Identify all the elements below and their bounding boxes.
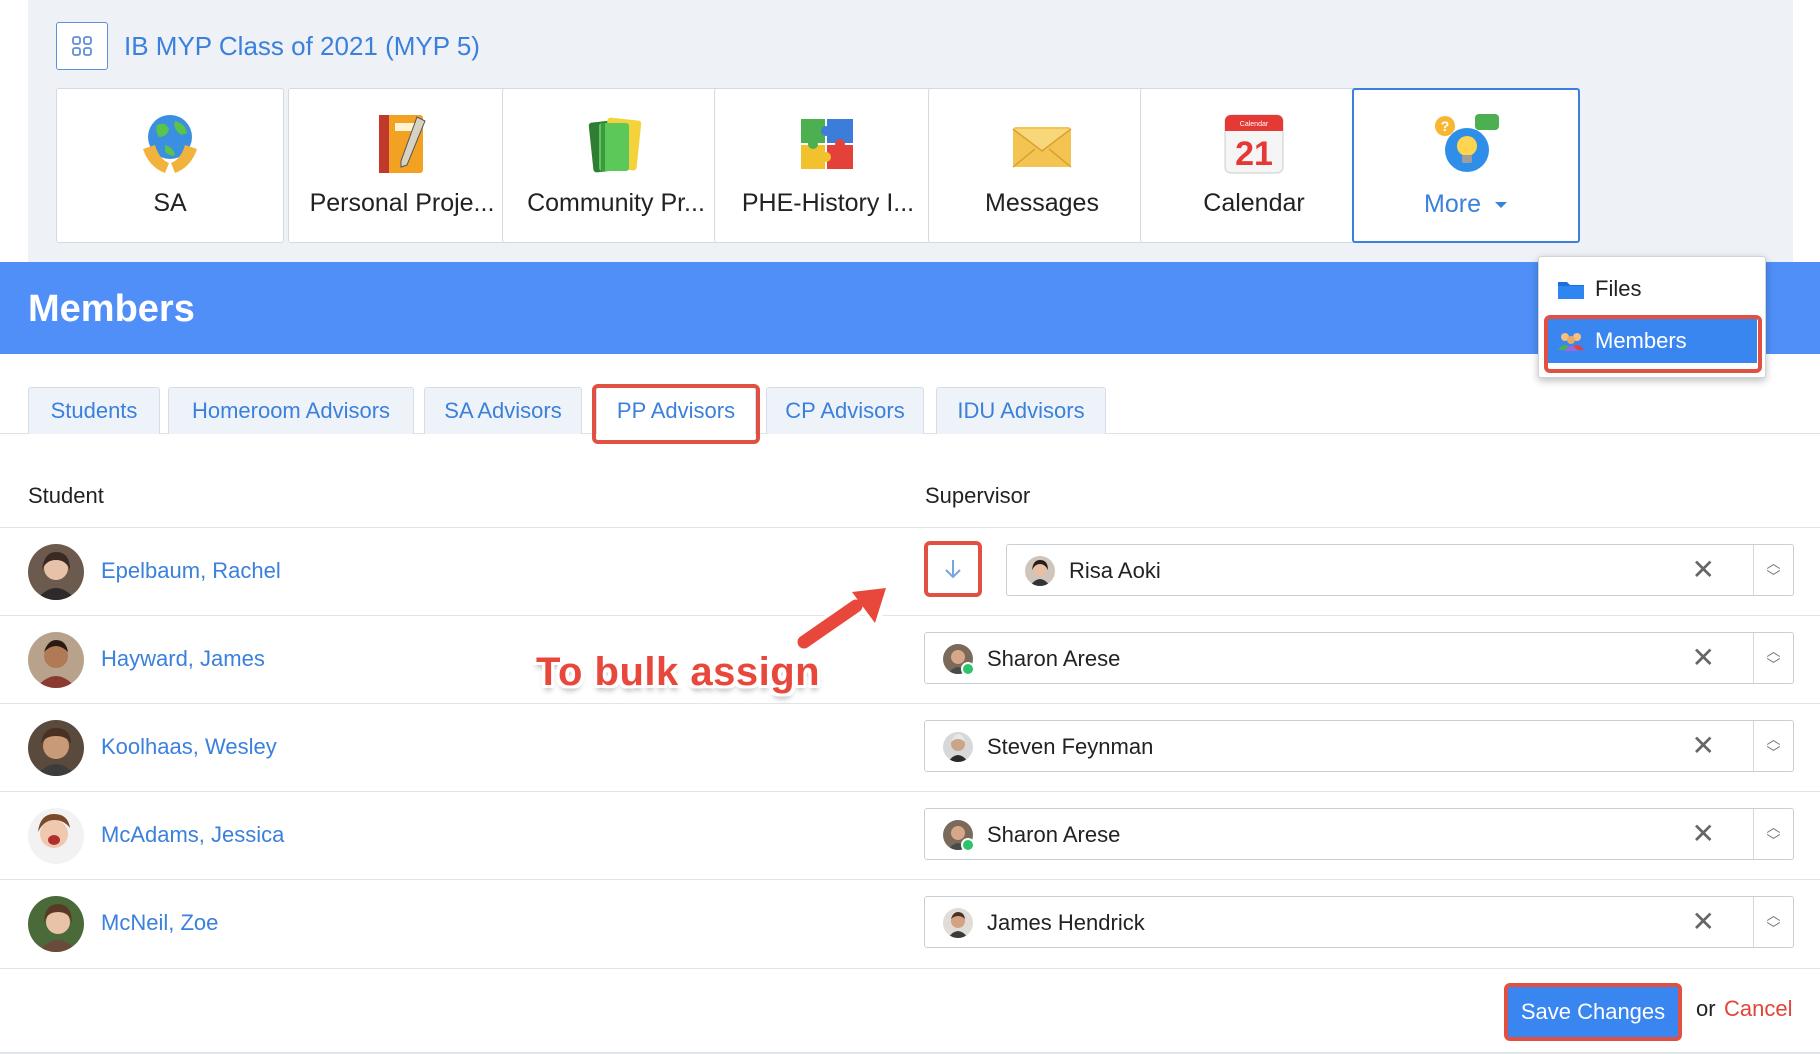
arrow-down-icon — [945, 560, 961, 579]
app-tile-more[interactable]: ? More — [1352, 88, 1580, 243]
app-tile-calendar[interactable]: Calendar 21 Calendar — [1140, 88, 1368, 243]
student-link[interactable]: Hayward, James — [101, 646, 265, 672]
members-page: IB MYP Class of 2021 (MYP 5) SA Personal… — [0, 0, 1820, 1054]
select-arrows-icon[interactable]: ︿ ﹀ — [1753, 721, 1793, 771]
calendar-header-text: Calendar — [1240, 121, 1269, 128]
select-arrows-icon[interactable]: ︿ ﹀ — [1753, 545, 1793, 595]
tab-highlight-box — [592, 384, 760, 444]
clear-icon[interactable]: ✕ — [1692, 819, 1715, 849]
svg-text:?: ? — [1441, 118, 1450, 134]
save-changes-button[interactable]: Save Changes — [1504, 983, 1682, 1041]
app-tile-label-more: More — [1424, 190, 1508, 219]
supervisor-avatar — [1025, 556, 1055, 586]
select-arrows-icon[interactable]: ︿ ﹀ — [1753, 633, 1793, 683]
supervisor-select[interactable]: Sharon Arese ✕ ︿ ﹀ — [924, 808, 1794, 860]
clear-icon[interactable]: ✕ — [1692, 643, 1715, 673]
student-link[interactable]: McNeil, Zoe — [101, 910, 218, 936]
books-icon — [581, 109, 651, 179]
tab-idu-advisors[interactable]: IDU Advisors — [936, 387, 1106, 434]
table-row: Epelbaum, Rachel Risa Aoki ✕ ︿ ﹀ — [0, 527, 1820, 615]
student-link[interactable]: McAdams, Jessica — [101, 822, 284, 848]
select-arrows-icon[interactable]: ︿ ﹀ — [1753, 809, 1793, 859]
class-title[interactable]: IB MYP Class of 2021 (MYP 5) — [124, 31, 480, 62]
clear-icon[interactable]: ✕ — [1692, 731, 1715, 761]
tab-sa-advisors[interactable]: SA Advisors — [424, 387, 582, 434]
column-header-supervisor: Supervisor — [925, 483, 1031, 508]
app-tile-label: Calendar — [1203, 189, 1305, 217]
class-panel: IB MYP Class of 2021 (MYP 5) SA Personal… — [28, 0, 1793, 262]
online-status-dot — [961, 838, 975, 852]
envelope-icon — [1007, 109, 1077, 179]
supervisor-avatar — [943, 820, 975, 852]
student-link[interactable]: Koolhaas, Wesley — [101, 734, 277, 760]
supervisor-select[interactable]: Risa Aoki ✕ ︿ ﹀ — [1006, 544, 1794, 596]
calendar-icon: Calendar 21 — [1219, 109, 1289, 179]
puzzle-icon — [793, 109, 863, 179]
folder-icon — [1558, 282, 1584, 299]
clear-icon[interactable]: ✕ — [1692, 555, 1715, 585]
supervisor-select[interactable]: Steven Feynman ✕ ︿ ﹀ — [924, 720, 1794, 772]
cancel-link[interactable]: Cancel — [1724, 996, 1792, 1022]
supervisor-avatar — [943, 732, 973, 762]
avatar — [28, 632, 84, 688]
app-tile-label: Personal Proje... — [309, 189, 495, 217]
or-text: or — [1696, 996, 1716, 1021]
table-row: McAdams, Jessica Sharon Arese ✕ ︿ ﹀ — [0, 791, 1820, 879]
table-row: Hayward, James Sharon Arese ✕ ︿ ﹀ — [0, 615, 1820, 703]
class-header: IB MYP Class of 2021 (MYP 5) — [56, 22, 480, 70]
tab-cp-advisors[interactable]: CP Advisors — [766, 387, 924, 434]
app-tile-sa[interactable]: SA — [56, 88, 284, 243]
app-tile-messages[interactable]: Messages — [928, 88, 1156, 243]
online-status-dot — [961, 662, 975, 676]
supervisor-value: Sharon Arese — [987, 646, 1121, 671]
tab-homeroom-advisors[interactable]: Homeroom Advisors — [168, 387, 414, 434]
column-header-student: Student — [28, 483, 104, 508]
avatar — [28, 808, 84, 864]
notebook-icon — [367, 109, 437, 179]
supervisor-value: Steven Feynman — [987, 734, 1154, 759]
supervisor-value: Sharon Arese — [987, 822, 1121, 847]
bulk-assign-button[interactable] — [924, 541, 982, 597]
avatar — [28, 896, 84, 952]
clear-icon[interactable]: ✕ — [1692, 907, 1715, 937]
supervisor-avatar — [943, 908, 973, 938]
student-link[interactable]: Epelbaum, Rachel — [101, 558, 281, 584]
tab-students[interactable]: Students — [28, 387, 160, 434]
app-tile-label: Messages — [985, 189, 1099, 217]
app-tile-community-project[interactable]: Community Pr... — [502, 88, 730, 243]
app-tile-label: SA — [153, 189, 187, 217]
supervisor-value: James Hendrick — [987, 910, 1145, 935]
avatar — [28, 544, 84, 600]
caret-down-icon — [1494, 202, 1507, 209]
menu-highlight-box — [1544, 315, 1762, 373]
app-tile-label: Community Pr... — [527, 189, 705, 217]
supervisor-select[interactable]: James Hendrick ✕ ︿ ﹀ — [924, 896, 1794, 948]
app-grid-button[interactable] — [56, 22, 108, 70]
avatar — [28, 720, 84, 776]
menu-item-files[interactable]: Files — [1547, 267, 1757, 311]
app-tile-phe-history[interactable]: PHE-History I... — [714, 88, 942, 243]
annotation-arrow-icon — [796, 583, 891, 652]
annotation-text: To bulk assign — [536, 650, 821, 694]
table-row: McNeil, Zoe James Hendrick ✕ ︿ ﹀ — [0, 879, 1820, 967]
table-row: Koolhaas, Wesley Steven Feynman ✕ ︿ ﹀ — [0, 703, 1820, 791]
calendar-day-text: 21 — [1235, 135, 1273, 173]
select-arrows-icon[interactable]: ︿ ﹀ — [1753, 897, 1793, 947]
lightbulb-chat-icon: ? — [1431, 110, 1501, 180]
grid-icon — [72, 36, 92, 56]
supervisor-avatar — [943, 644, 975, 676]
app-tile-label: PHE-History I... — [741, 189, 915, 217]
globe-hands-icon — [135, 109, 205, 179]
supervisor-value: Risa Aoki — [1069, 558, 1161, 583]
app-tile-personal-project[interactable]: Personal Proje... — [288, 88, 516, 243]
supervisor-select[interactable]: Sharon Arese ✕ ︿ ﹀ — [924, 632, 1794, 684]
page-title: Members — [28, 288, 195, 330]
